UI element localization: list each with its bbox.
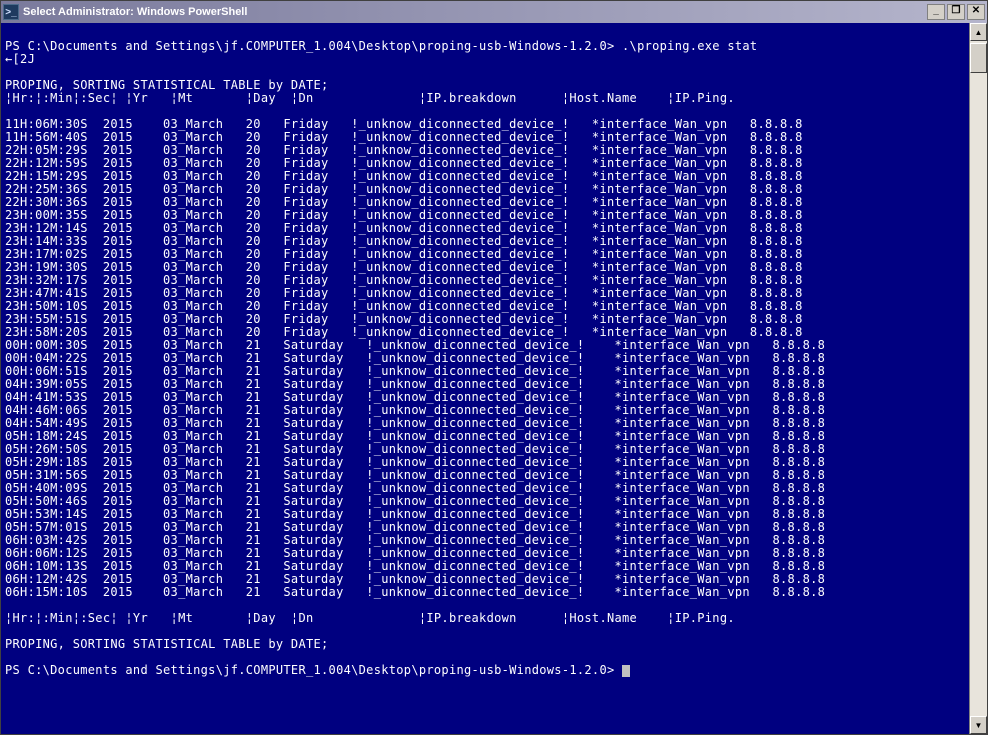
titlebar[interactable]: >_ Select Administrator: Windows PowerSh… <box>1 1 987 23</box>
close-button[interactable]: ✕ <box>967 4 985 20</box>
text-cursor <box>622 665 630 677</box>
window-title: Select Administrator: Windows PowerShell <box>23 6 927 18</box>
maximize-button[interactable]: ❐ <box>947 4 965 20</box>
console-output[interactable]: PS C:\Documents and Settings\jf.COMPUTER… <box>1 23 969 734</box>
minimize-button[interactable]: _ <box>927 4 945 20</box>
vertical-scrollbar[interactable]: ▲ ▼ <box>969 23 987 734</box>
powershell-window: >_ Select Administrator: Windows PowerSh… <box>0 0 988 735</box>
scrollbar-thumb[interactable] <box>970 43 987 73</box>
scroll-up-button[interactable]: ▲ <box>970 23 987 41</box>
content-area: PS C:\Documents and Settings\jf.COMPUTER… <box>1 23 987 734</box>
scroll-down-button[interactable]: ▼ <box>970 716 987 734</box>
powershell-icon: >_ <box>3 4 19 20</box>
window-controls: _ ❐ ✕ <box>927 4 985 20</box>
scrollbar-track[interactable] <box>970 41 987 716</box>
